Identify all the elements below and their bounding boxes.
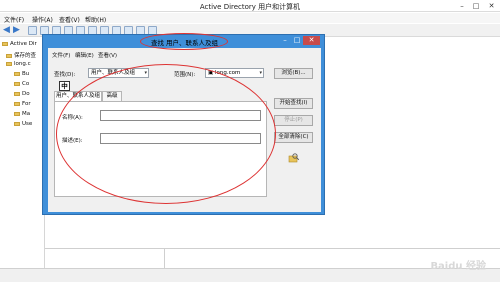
- maximize-button[interactable]: □: [469, 0, 483, 12]
- menu-view[interactable]: 查看(V): [59, 15, 80, 24]
- dialog-menu-edit[interactable]: 编辑(E): [75, 51, 94, 59]
- browse-button[interactable]: 浏览(B)...: [274, 68, 313, 79]
- tree-item-builtin[interactable]: Bu: [14, 71, 29, 77]
- clear-all-button[interactable]: 全部清除(C): [274, 132, 313, 143]
- dialog-menu-view[interactable]: 查看(V): [98, 51, 117, 59]
- folder-icon: [14, 111, 20, 116]
- tree-item-domain[interactable]: long.c: [6, 61, 31, 67]
- annotation-ellipse-form: [56, 64, 276, 204]
- chevron-down-icon: ▾: [259, 70, 262, 76]
- menu-help[interactable]: 帮助(H): [85, 15, 106, 24]
- dialog-window-controls: – □ ✕: [279, 36, 320, 45]
- details-pane: [324, 38, 500, 268]
- saved-query-icon: [6, 53, 12, 58]
- find-label: 查找(D):: [54, 72, 76, 78]
- search-animation-icon: [286, 153, 300, 163]
- pane-divider-vertical: [164, 248, 165, 268]
- folder-icon: [14, 101, 20, 106]
- tree-item-computers[interactable]: Co: [14, 81, 29, 87]
- domain-icon: [6, 61, 12, 66]
- pane-divider-horizontal: [45, 248, 500, 249]
- minimize-button[interactable]: –: [455, 0, 469, 12]
- tree-root[interactable]: Active Dir: [2, 41, 37, 47]
- status-bar: [0, 268, 500, 282]
- forward-arrow-icon[interactable]: ▶: [13, 25, 20, 35]
- dialog-maximize-button[interactable]: □: [291, 36, 303, 45]
- dialog-menu-file[interactable]: 文件(F): [52, 51, 70, 59]
- dialog-close-button[interactable]: ✕: [303, 36, 320, 45]
- window-title: Active Directory 用户和计算机: [199, 3, 301, 11]
- folder-icon: [14, 81, 20, 86]
- annotation-ellipse-title: [140, 33, 228, 50]
- tree-item-users[interactable]: Use: [14, 121, 32, 127]
- back-arrow-icon[interactable]: ◀: [3, 25, 10, 35]
- watermark: Baidu 经验: [430, 261, 486, 272]
- start-search-button[interactable]: 开始查找(I): [274, 98, 313, 109]
- tree-pane: Active Dir 保存的查 long.c Bu Co Do For Ma U…: [0, 38, 45, 268]
- tree-item-saved-queries[interactable]: 保存的查: [6, 51, 36, 59]
- tree-item-foreign-security[interactable]: For: [14, 101, 31, 107]
- main-titlebar: Active Directory 用户和计算机 – □ ✕: [0, 0, 500, 12]
- up-level-icon[interactable]: [28, 26, 37, 35]
- folder-icon: [14, 71, 20, 76]
- main-menubar: 文件(F) 操作(A) 查看(V) 帮助(H): [0, 13, 500, 24]
- close-button[interactable]: ✕: [483, 0, 500, 12]
- menu-file[interactable]: 文件(F): [4, 15, 24, 24]
- tree-item-managed-service[interactable]: Ma: [14, 111, 30, 117]
- stop-button[interactable]: 停止(P): [274, 115, 313, 126]
- menu-action[interactable]: 操作(A): [32, 15, 53, 24]
- dialog-minimize-button[interactable]: –: [279, 36, 291, 45]
- folder-icon: [14, 91, 20, 96]
- tree-item-domain-controllers[interactable]: Do: [14, 91, 30, 97]
- ad-root-icon: [2, 41, 8, 46]
- ime-indicator[interactable]: 中: [59, 81, 70, 91]
- folder-icon: [14, 121, 20, 126]
